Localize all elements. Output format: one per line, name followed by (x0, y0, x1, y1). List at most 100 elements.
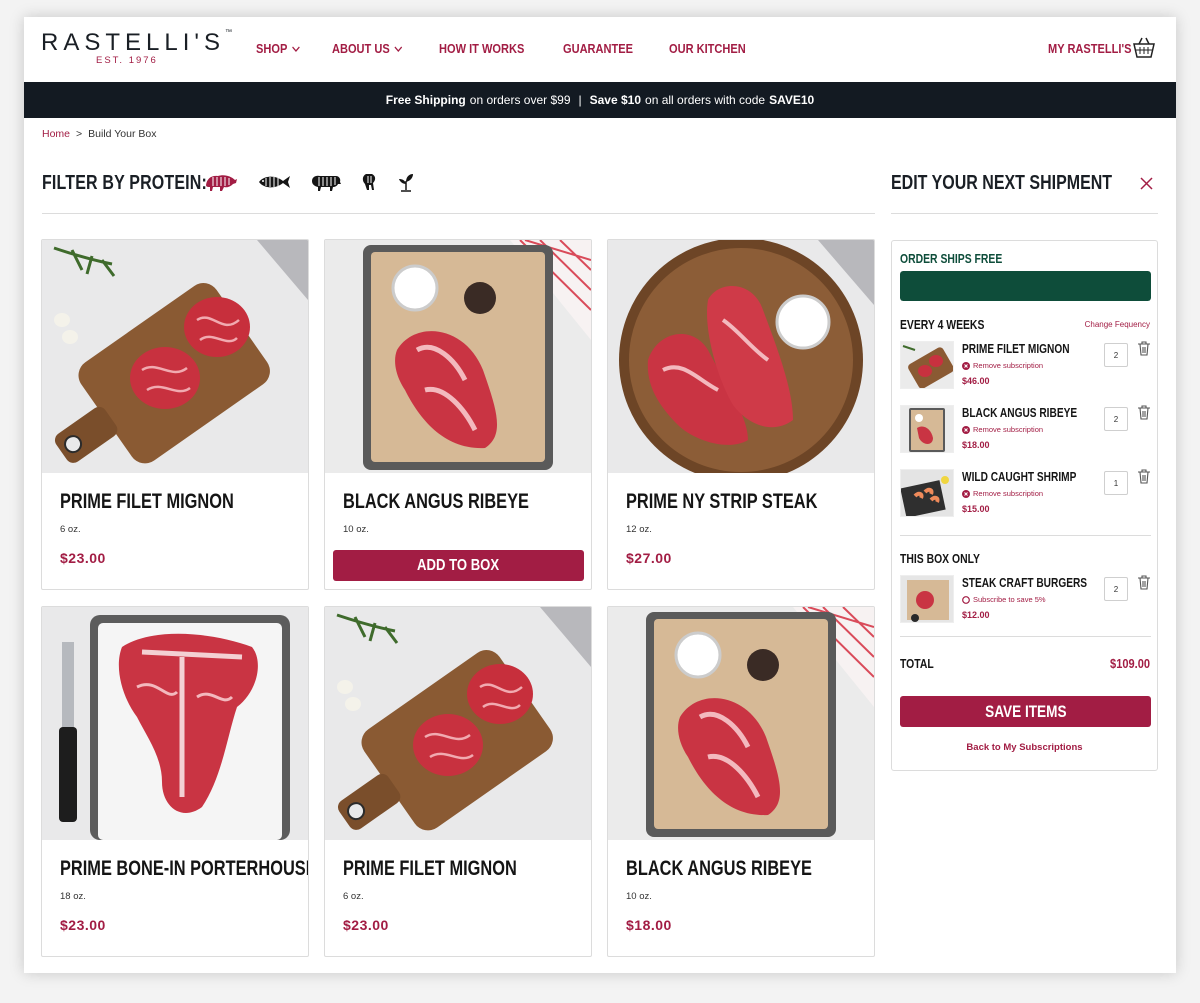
remove-circle-icon (962, 361, 970, 370)
progress-fill (900, 271, 1151, 301)
breadcrumb-current: Build Your Box (88, 128, 157, 140)
free-shipping-progress (900, 271, 1151, 301)
product-price: $23.00 (60, 550, 106, 566)
product-size: 18 oz. (60, 891, 86, 902)
protein-filter (204, 172, 414, 192)
remove-subscription-link[interactable]: Remove subscription (962, 361, 1043, 370)
quantity-input[interactable]: 1 (1104, 471, 1128, 495)
item-price: $18.00 (962, 440, 990, 450)
product-size: 10 oz. (343, 524, 369, 535)
trash-icon[interactable] (1137, 575, 1151, 590)
cart-item: PRIME FILET MIGNON Remove subscription $… (900, 341, 1151, 391)
total-value: $109.00 (1110, 656, 1150, 671)
plant-icon[interactable] (398, 172, 414, 192)
basket-icon[interactable] (1132, 37, 1156, 59)
product-card[interactable]: BLACK ANGUS RIBEYE 10 oz. ADD TO BOX (324, 239, 592, 590)
nav-our-kitchen[interactable]: OUR KITCHEN (669, 41, 746, 56)
subscribe-circle-icon (962, 595, 970, 604)
item-price: $15.00 (962, 504, 990, 514)
quantity-input[interactable]: 2 (1104, 343, 1128, 367)
beef-icon[interactable] (204, 172, 238, 192)
page-frame: RASTELLI'S™ EST. 1976 SHOP ABOUT US HOW … (24, 17, 1176, 973)
quantity-input[interactable]: 2 (1104, 407, 1128, 431)
remove-subscription-link[interactable]: Remove subscription (962, 425, 1043, 434)
filter-divider (42, 213, 875, 214)
pork-icon[interactable] (310, 172, 342, 192)
brand-logo[interactable]: RASTELLI'S™ EST. 1976 (41, 29, 232, 66)
nav-about-us[interactable]: ABOUT US (332, 41, 402, 56)
shipment-title: EDIT YOUR NEXT SHIPMENT (891, 172, 1113, 194)
subscribe-link[interactable]: Subscribe to save 5% (962, 595, 1046, 604)
product-card[interactable]: PRIME BONE-IN PORTERHOUSE 18 oz. $23.00 (41, 606, 309, 957)
product-image[interactable] (608, 240, 874, 473)
quantity-input[interactable]: 2 (1104, 577, 1128, 601)
frequency-label: EVERY 4 WEEKS (900, 317, 985, 332)
product-name[interactable]: PRIME FILET MIGNON (343, 857, 517, 881)
back-to-subscriptions-link[interactable]: Back to My Subscriptions (892, 742, 1157, 753)
filter-title: FILTER BY PROTEIN: (42, 172, 207, 194)
poultry-icon[interactable] (360, 172, 380, 192)
product-name[interactable]: BLACK ANGUS RIBEYE (343, 490, 529, 514)
item-name: BLACK ANGUS RIBEYE (962, 405, 1078, 420)
product-image[interactable] (608, 607, 874, 840)
one-time-label: THIS BOX ONLY (900, 551, 980, 566)
item-thumbnail (900, 405, 954, 453)
cart-item: BLACK ANGUS RIBEYE Remove subscription $… (900, 405, 1151, 455)
product-size: 12 oz. (626, 524, 652, 535)
total-label: TOTAL (900, 656, 934, 671)
nav-shop[interactable]: SHOP (256, 41, 300, 56)
product-size: 6 oz. (343, 891, 364, 902)
trash-icon[interactable] (1137, 341, 1151, 356)
item-price: $12.00 (962, 610, 990, 620)
trash-icon[interactable] (1137, 405, 1151, 420)
cart-item: STEAK CRAFT BURGERS Subscribe to save 5%… (900, 575, 1151, 625)
product-card[interactable]: PRIME FILET MIGNON 6 oz. $23.00 (41, 239, 309, 590)
remove-subscription-link[interactable]: Remove subscription (962, 489, 1043, 498)
breadcrumb-home[interactable]: Home (42, 128, 70, 140)
chevron-down-icon (291, 46, 300, 52)
brand-name: RASTELLI'S™ (41, 29, 232, 56)
item-name: PRIME FILET MIGNON (962, 341, 1070, 356)
item-name: WILD CAUGHT SHRIMP (962, 469, 1077, 484)
promo-banner: Free Shipping on orders over $99 | Save $… (24, 82, 1176, 118)
item-name: STEAK CRAFT BURGERS (962, 575, 1088, 590)
remove-circle-icon (962, 425, 970, 434)
item-thumbnail (900, 341, 954, 389)
shipment-panel: ORDER SHIPS FREE EVERY 4 WEEKS Change Fe… (891, 240, 1158, 771)
product-card[interactable]: PRIME NY STRIP STEAK 12 oz. $27.00 (607, 239, 875, 590)
product-name[interactable]: PRIME FILET MIGNON (60, 490, 234, 514)
save-items-button[interactable]: SAVE ITEMS (900, 696, 1151, 727)
fish-icon[interactable] (256, 172, 292, 192)
product-image[interactable] (42, 240, 308, 473)
my-account-link[interactable]: MY RASTELLI'S (1048, 41, 1131, 56)
product-card[interactable]: PRIME FILET MIGNON 6 oz. $23.00 (324, 606, 592, 957)
breadcrumb-separator: > (76, 128, 83, 140)
trash-icon[interactable] (1137, 469, 1151, 484)
product-name[interactable]: PRIME BONE-IN PORTERHOUSE (60, 857, 308, 881)
main-nav: SHOP ABOUT US HOW IT WORKS GUARANTEE OUR… (256, 41, 760, 56)
product-size: 10 oz. (626, 891, 652, 902)
remove-circle-icon (962, 489, 970, 498)
nav-how-it-works[interactable]: HOW IT WORKS (439, 41, 524, 56)
product-name[interactable]: BLACK ANGUS RIBEYE (626, 857, 812, 881)
product-size: 6 oz. (60, 524, 81, 535)
product-price: $27.00 (626, 550, 672, 566)
product-card[interactable]: BLACK ANGUS RIBEYE 10 oz. $18.00 (607, 606, 875, 957)
cart-item: WILD CAUGHT SHRIMP Remove subscription $… (900, 469, 1151, 519)
product-name[interactable]: PRIME NY STRIP STEAK (626, 490, 817, 514)
product-price: $23.00 (60, 917, 106, 933)
shipment-divider (891, 213, 1158, 214)
product-price: $23.00 (343, 917, 389, 933)
nav-guarantee[interactable]: GUARANTEE (563, 41, 633, 56)
change-frequency-link[interactable]: Change Fequency (1085, 320, 1150, 329)
item-price: $46.00 (962, 376, 990, 386)
close-icon[interactable] (1140, 177, 1153, 190)
product-price: $18.00 (626, 917, 672, 933)
product-image[interactable] (42, 607, 308, 840)
item-thumbnail (900, 469, 954, 517)
section-divider (900, 535, 1151, 536)
chevron-down-icon (394, 46, 402, 52)
product-image[interactable] (325, 240, 591, 473)
product-image[interactable] (325, 607, 591, 840)
add-to-box-button[interactable]: ADD TO BOX (333, 550, 584, 581)
